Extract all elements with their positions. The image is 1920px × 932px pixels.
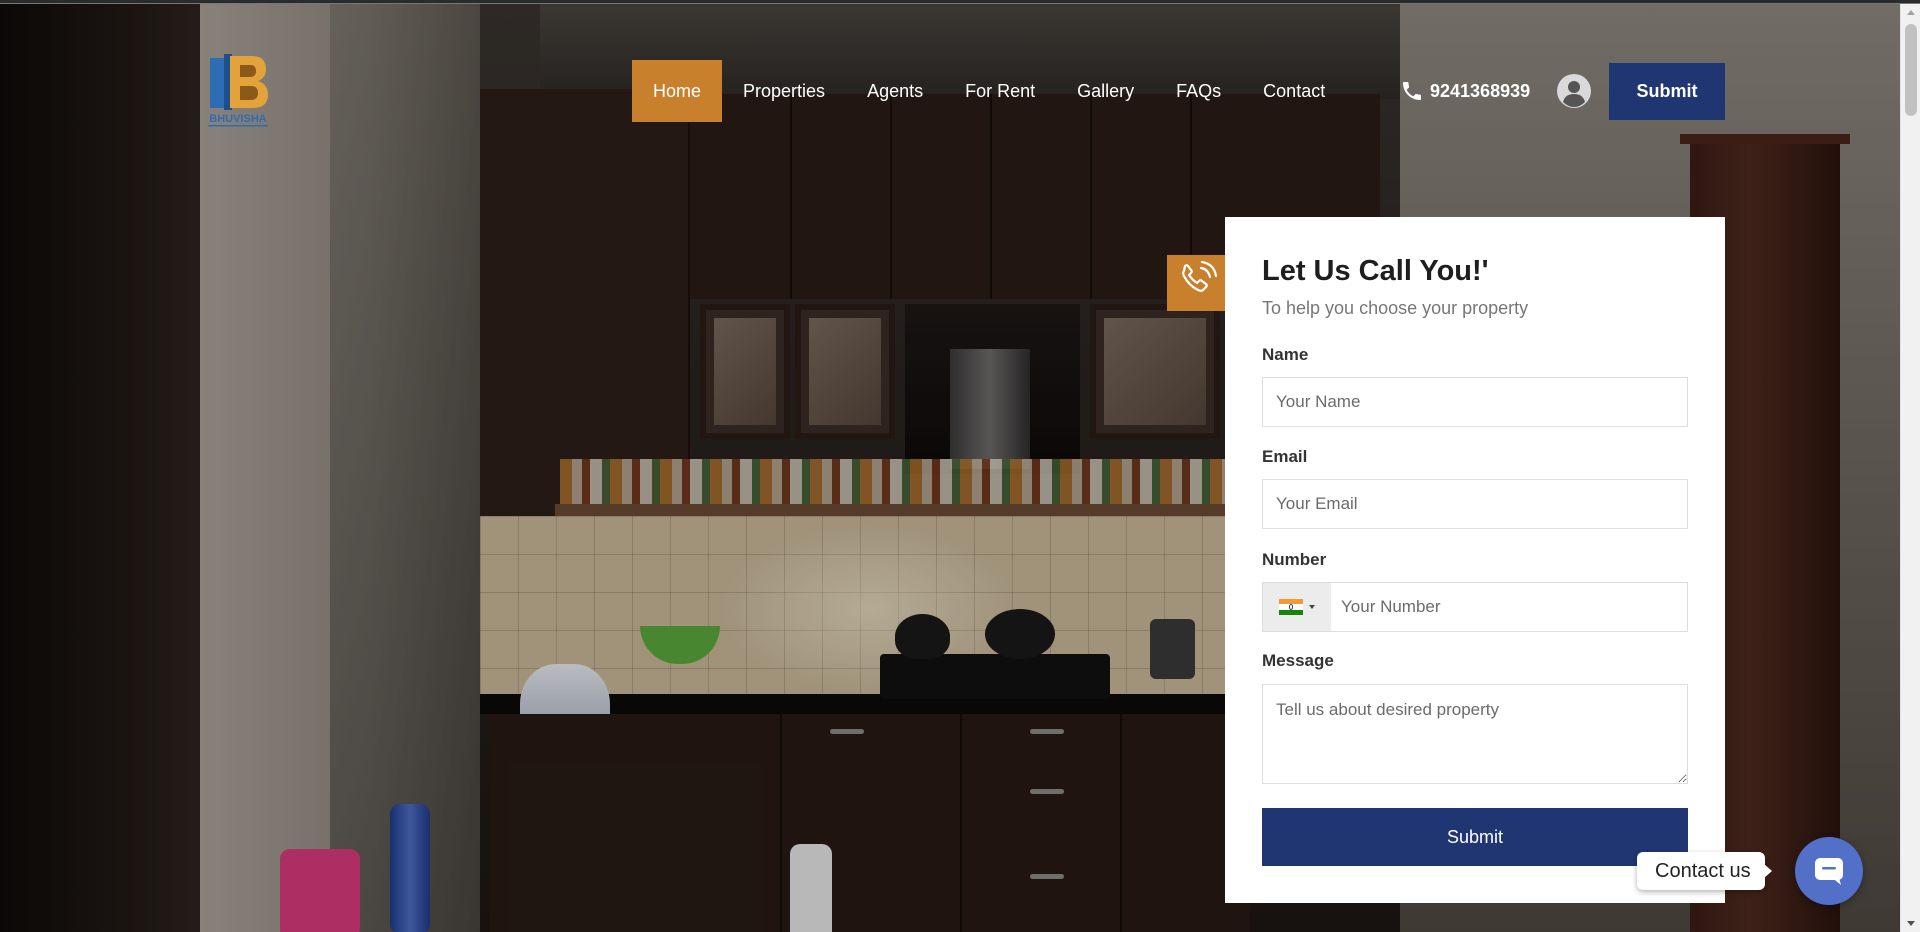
number-label: Number: [1262, 550, 1327, 569]
phone-number-field: [1262, 582, 1688, 632]
contact-chat-button[interactable]: [1795, 837, 1863, 905]
nav-contact[interactable]: Contact: [1242, 60, 1346, 122]
header-phone-link[interactable]: 9241368939: [1400, 60, 1530, 122]
india-flag-icon: [1279, 599, 1303, 615]
email-label: Email: [1262, 447, 1308, 466]
scroll-up-arrow-icon[interactable]: [1907, 10, 1915, 15]
form-submit-button[interactable]: Submit: [1262, 808, 1688, 866]
form-subtitle: To help you choose your property: [1262, 298, 1529, 318]
number-input[interactable]: [1331, 583, 1687, 631]
brand-logo[interactable]: BHUVISHA: [200, 50, 276, 128]
header-submit-button[interactable]: Submit: [1609, 63, 1725, 120]
nav-home[interactable]: Home: [632, 60, 723, 122]
message-textarea[interactable]: [1262, 684, 1688, 784]
message-label: Message: [1262, 651, 1334, 670]
nav-for-rent[interactable]: For Rent: [944, 60, 1056, 122]
scrollbar-thumb[interactable]: [1905, 24, 1917, 116]
scroll-down-arrow-icon[interactable]: [1907, 921, 1915, 926]
logo-wordmark: BHUVISHA: [209, 113, 267, 125]
chevron-down-icon: [1309, 605, 1315, 609]
nav-agents[interactable]: Agents: [846, 60, 944, 122]
name-input[interactable]: [1262, 377, 1688, 427]
chat-icon: [1815, 858, 1843, 885]
email-input[interactable]: [1262, 479, 1688, 529]
nav-faqs[interactable]: FAQs: [1155, 60, 1242, 122]
user-circle-icon[interactable]: [1556, 73, 1592, 109]
form-title: Let Us Call You!': [1262, 255, 1489, 287]
country-code-selector[interactable]: [1263, 583, 1331, 631]
main-navigation: Home Properties Agents For Rent Gallery …: [632, 60, 1346, 122]
page-scrollbar[interactable]: [1900, 4, 1920, 932]
nav-properties[interactable]: Properties: [722, 60, 846, 122]
contact-us-tooltip[interactable]: Contact us: [1637, 852, 1772, 890]
phone-icon: [1403, 82, 1421, 100]
header-phone-number: 9241368939: [1430, 80, 1531, 101]
name-label: Name: [1262, 345, 1309, 364]
callback-form-card: Let Us Call You!' To help you choose you…: [1225, 217, 1725, 903]
nav-gallery[interactable]: Gallery: [1056, 60, 1155, 122]
